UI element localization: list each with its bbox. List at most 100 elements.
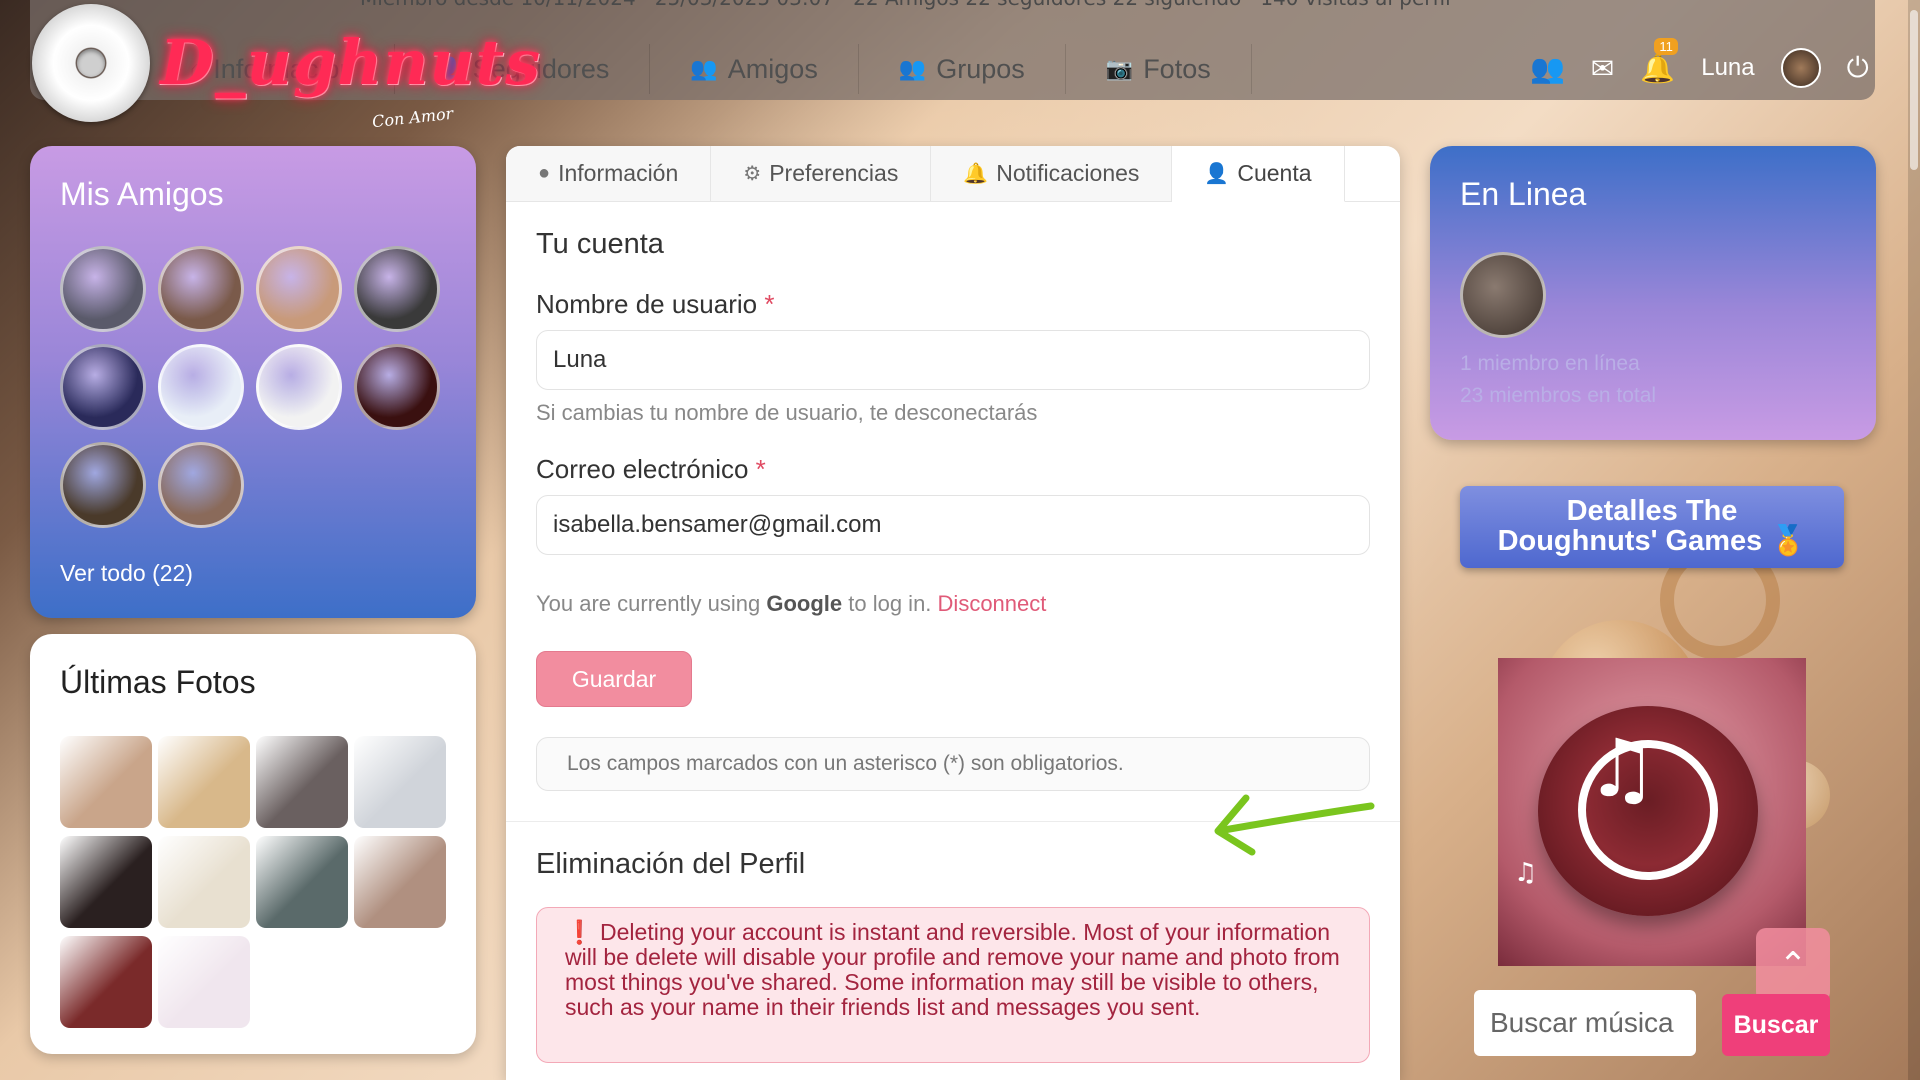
tab-notificaciones[interactable]: 🔔 Notificaciones — [931, 146, 1173, 201]
required-fields-note: Los campos marcados con un asterisco (*)… — [536, 737, 1370, 791]
mail-icon[interactable]: ✉ — [1591, 52, 1614, 85]
power-icon[interactable]: ⏻ — [1847, 51, 1869, 85]
friend-avatar[interactable] — [60, 246, 146, 332]
photo-thumbnail[interactable] — [60, 836, 152, 928]
photo-thumbnail[interactable] — [256, 836, 348, 928]
username-label-text: Nombre de usuario — [536, 289, 758, 319]
required-asterisk: * — [764, 289, 775, 319]
brand-name: D_ughnuts — [160, 26, 541, 99]
google-suffix: to log in. — [848, 591, 932, 616]
games-details-button[interactable]: Detalles The Doughnuts' Games 🏅 — [1460, 486, 1844, 568]
tab-preferencias[interactable]: ⚙ Preferencias — [711, 146, 932, 201]
tab-label: Notificaciones — [996, 160, 1140, 186]
friend-avatar[interactable] — [354, 246, 440, 332]
user-avatar[interactable] — [1780, 48, 1821, 88]
friend-avatar[interactable] — [158, 442, 244, 528]
friend-avatar[interactable] — [256, 246, 342, 332]
small-note-icon: ♫ — [1514, 858, 1538, 888]
bell-icon: 🔔 — [963, 163, 989, 185]
username-label: Nombre de usuario * — [536, 289, 1370, 320]
latest-photos-title: Últimas Fotos — [60, 664, 256, 700]
photo-thumbnail[interactable] — [354, 836, 446, 928]
profile-tab-grupos[interactable]: 👥 Grupos — [859, 44, 1066, 94]
total-members: 23 miembros en total — [1460, 384, 1657, 407]
friends-avatar-grid — [60, 246, 440, 528]
photo-thumbnail[interactable] — [158, 936, 250, 1028]
users-icon: 👥 — [690, 56, 718, 81]
latest-photos-grid — [60, 736, 446, 1028]
profile-tab-label: Amigos — [727, 53, 818, 84]
site-logo[interactable]: D_ughnuts Con Amor — [32, 4, 540, 134]
music-note-icon: ♫ — [1586, 722, 1658, 815]
account-section-title: Tu cuenta — [536, 228, 664, 260]
online-card: En Linea 1 miembro en línea 23 miembros … — [1430, 146, 1876, 440]
delete-warning-alert: ❗ Deleting your account is instant and r… — [536, 907, 1370, 1063]
music-search-input[interactable]: Buscar música — [1474, 990, 1696, 1056]
disconnect-link[interactable]: Disconnect — [938, 591, 1047, 616]
delete-profile-section: Eliminación del Perfil ❗ Deleting your a… — [506, 848, 1400, 1063]
scroll-to-top-button[interactable]: ⌃ — [1756, 928, 1830, 1002]
friends-card-title: Mis Amigos — [60, 176, 224, 212]
friend-avatar[interactable] — [158, 246, 244, 332]
music-player-art[interactable]: ♫ ♫ — [1498, 658, 1806, 966]
tab-informacion[interactable]: ● Información — [506, 146, 712, 201]
group-icon: 👥 — [898, 56, 927, 81]
username-help-text: Si cambias tu nombre de usuario, te desc… — [536, 400, 1038, 425]
donut-logo-icon — [32, 4, 150, 122]
email-label: Correo electrónico * — [536, 454, 1370, 485]
friend-avatar[interactable] — [256, 344, 342, 430]
friend-avatar[interactable] — [354, 344, 440, 430]
photo-thumbnail[interactable] — [60, 936, 152, 1028]
email-label-text: Correo electrónico — [536, 454, 749, 484]
header-actions: 👥 ✉ 🔔 11 Luna ⏻ — [1530, 37, 1869, 88]
save-button[interactable]: Guardar — [536, 651, 692, 707]
email-input[interactable]: isabella.bensamer@gmail.com — [536, 495, 1370, 555]
user-circle-icon: ● — [538, 162, 551, 184]
account-section: Tu cuenta Nombre de usuario * Luna Si ca… — [506, 228, 1400, 791]
user-icon: 👤 — [1204, 163, 1230, 185]
green-arrow-annotation — [1214, 794, 1375, 856]
photo-thumbnail[interactable] — [158, 836, 250, 928]
music-search-button[interactable]: Buscar — [1722, 994, 1830, 1056]
friends-icon[interactable]: 👥 — [1530, 52, 1565, 85]
photo-thumbnail[interactable] — [354, 736, 446, 828]
profile-tab-label: Grupos — [936, 53, 1025, 84]
google-provider: Google — [766, 591, 843, 616]
scrollbar-thumb[interactable] — [1910, 10, 1918, 170]
online-user-avatar[interactable] — [1460, 252, 1546, 338]
google-login-info: You are currently using Google to log in… — [536, 591, 1370, 617]
profile-stats: Miembro desde 10/11/2024 · 25/03/2025 03… — [360, 0, 1451, 10]
tab-label: Cuenta — [1237, 160, 1312, 186]
bell-icon[interactable]: 🔔 11 — [1640, 37, 1678, 85]
page-scrollbar[interactable] — [1908, 0, 1920, 1080]
profile-tab-label: Fotos — [1143, 53, 1211, 84]
profile-tab-fotos[interactable]: 📷 Fotos — [1066, 44, 1252, 94]
username-input[interactable]: Luna — [536, 330, 1370, 390]
required-asterisk: * — [755, 454, 766, 484]
games-button-line2-text: Doughnuts' Games — [1497, 525, 1763, 557]
tab-cuenta[interactable]: 👤 Cuenta — [1172, 146, 1345, 202]
delete-warning-text: Deleting your account is instant and rev… — [565, 919, 1340, 1020]
user-name[interactable]: Luna — [1701, 54, 1754, 82]
friends-card: Mis Amigos Ver todo (22) — [30, 146, 476, 618]
gear-icon: ⚙ — [743, 163, 762, 185]
google-prefix: You are currently using — [536, 591, 761, 616]
see-all-friends-link[interactable]: Ver todo (22) — [60, 560, 193, 587]
latest-photos-card: Últimas Fotos — [30, 634, 476, 1054]
friend-avatar[interactable] — [60, 344, 146, 430]
games-button-line2: Doughnuts' Games 🏅 — [1460, 526, 1844, 556]
settings-panel: ● Información ⚙ Preferencias 🔔 Notificac… — [506, 146, 1400, 1080]
brand-tagline: Con Amor — [371, 103, 455, 132]
alert-circle-icon: ❗ — [565, 919, 594, 945]
friend-avatar[interactable] — [60, 442, 146, 528]
tab-label: Información — [558, 160, 679, 186]
photo-thumbnail[interactable] — [256, 736, 348, 828]
friend-avatar[interactable] — [158, 344, 244, 430]
profile-tab-amigos[interactable]: 👥 Amigos — [650, 44, 859, 94]
online-card-title: En Linea — [1460, 176, 1587, 212]
photo-thumbnail[interactable] — [158, 736, 250, 828]
photo-thumbnail[interactable] — [60, 736, 152, 828]
games-button-line1: Detalles The — [1566, 495, 1738, 527]
online-count: 1 miembro en línea — [1460, 352, 1640, 375]
notification-badge: 11 — [1654, 37, 1678, 55]
